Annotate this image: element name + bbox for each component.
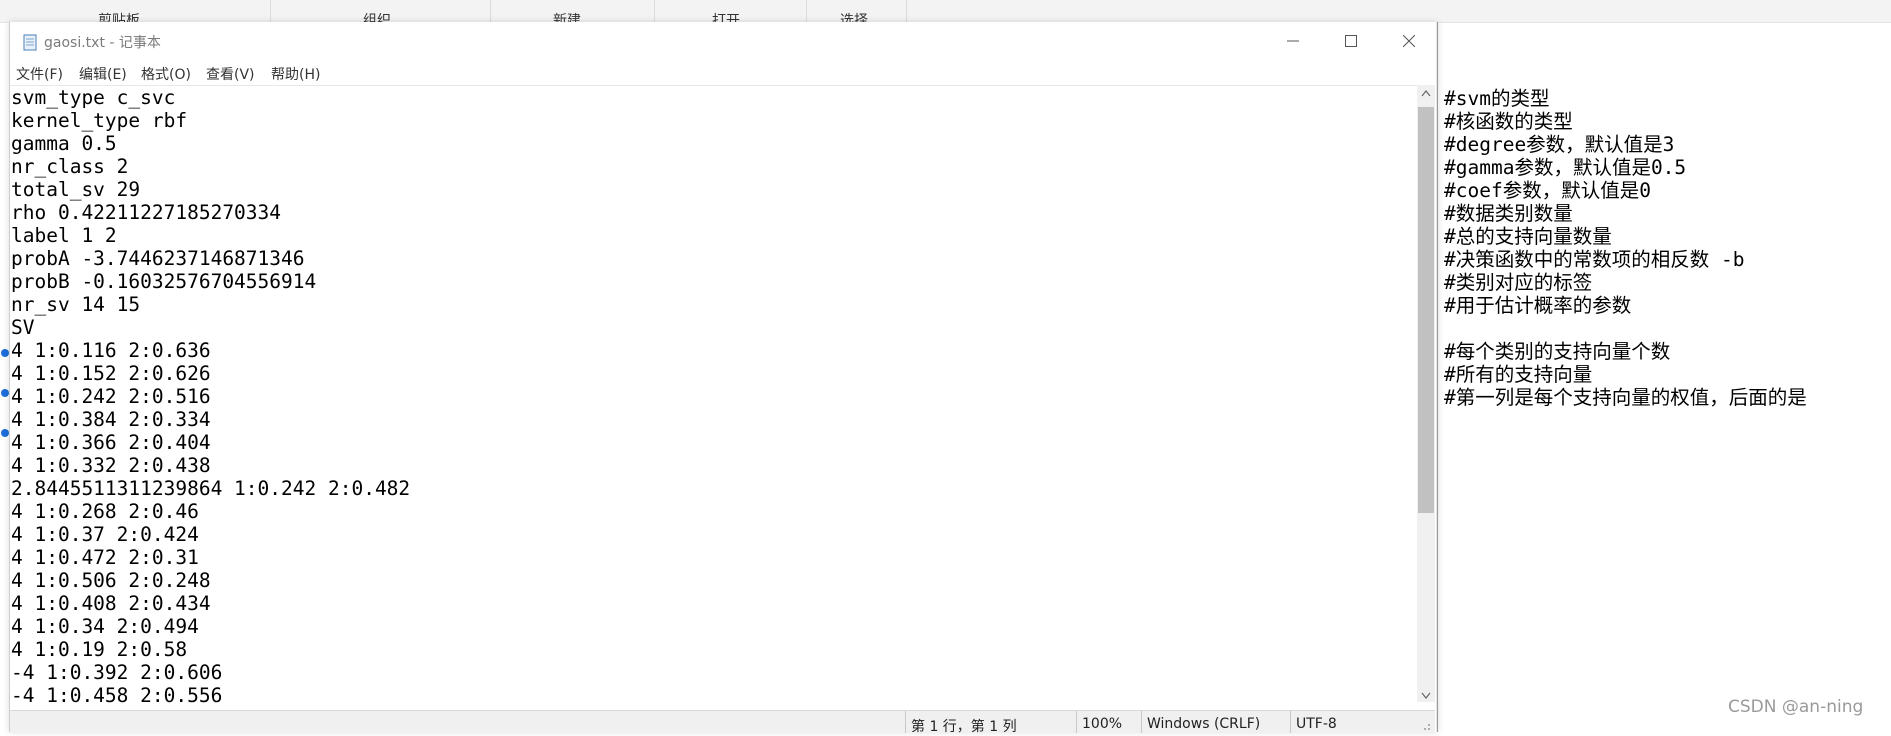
notepad-icon — [23, 34, 37, 51]
ribbon-clipboard: 剪贴板 — [98, 13, 140, 22]
vertical-scrollbar[interactable] — [1417, 85, 1435, 702]
comment-line: #所有的支持向量 — [1444, 363, 1593, 386]
editor-line[interactable]: nr_sv 14 15 — [10, 293, 1417, 316]
comment-line — [1444, 317, 1891, 340]
editor-line[interactable]: 4 1:0.116 2:0.636 — [10, 339, 1417, 362]
text-editor[interactable]: svm_type c_svc kernel_type rbf gamma 0.5 nr… — [10, 85, 1417, 703]
edge-handle[interactable] — [1, 389, 9, 397]
comment-line: #总的支持向量数量 — [1444, 225, 1612, 248]
menu-bar: 文件(F) 编辑(E) 格式(O) 查看(V) 帮助(H) — [10, 60, 1437, 84]
editor-line[interactable]: -4 1:0.458 2:0.556 — [10, 684, 1417, 703]
editor-line[interactable]: 4 1:0.408 2:0.434 — [10, 592, 1417, 615]
editor-line[interactable]: 2.8445511311239864 1:0.242 2:0.482 — [10, 477, 1417, 500]
maximize-button[interactable] — [1322, 22, 1380, 60]
editor-line[interactable]: 4 1:0.152 2:0.626 — [10, 362, 1417, 385]
scroll-thumb[interactable] — [1418, 107, 1434, 513]
notepad-window: gaosi.txt - 记事本 文件(F) 编辑(E) 格式(O) 查看(V) … — [9, 22, 1438, 735]
resize-grip-icon[interactable] — [1421, 721, 1431, 731]
editor-line[interactable]: 4 1:0.34 2:0.494 — [10, 615, 1417, 638]
cursor-position: 第 1 行，第 1 列 — [911, 719, 1017, 735]
title-bar[interactable]: gaosi.txt - 记事本 — [10, 22, 1437, 60]
background-ribbon: 剪贴板 组织 新建 打开 选择 — [0, 0, 1891, 23]
editor-line[interactable]: kernel_type rbf — [10, 109, 1417, 132]
editor-line[interactable]: 4 1:0.506 2:0.248 — [10, 569, 1417, 592]
close-icon — [1403, 35, 1415, 47]
scroll-down-icon[interactable] — [1421, 692, 1431, 700]
comment-line: #用于估计概率的参数 — [1444, 294, 1632, 317]
editor-line[interactable]: SV — [10, 316, 1417, 339]
editor-line[interactable]: nr_class 2 — [10, 155, 1417, 178]
editor-line[interactable]: -4 1:0.392 2:0.606 — [10, 661, 1417, 684]
editor-line[interactable]: 4 1:0.37 2:0.424 — [10, 523, 1417, 546]
divider — [1436, 22, 1437, 732]
maximize-icon — [1345, 35, 1357, 47]
edge-handle[interactable] — [1, 349, 9, 357]
minimize-button[interactable] — [1264, 22, 1322, 60]
editor-line[interactable]: probB -0.16032576704556914 — [10, 270, 1417, 293]
ribbon-organize: 组织 — [363, 13, 391, 22]
window-title: gaosi.txt - 记事本 — [44, 35, 161, 51]
comments-panel: #svm的类型 #核函数的类型 #degree参数，默认值是3 #gamma参数，默认… — [1444, 87, 1891, 409]
comment-line: #gamma参数，默认值是0.5 — [1444, 156, 1687, 179]
comment-line: #数据类别数量 — [1444, 202, 1573, 225]
editor-line[interactable]: 4 1:0.19 2:0.58 — [10, 638, 1417, 661]
ribbon-new: 新建 — [553, 13, 581, 22]
comment-line: #每个类别的支持向量个数 — [1444, 340, 1671, 363]
editor-line[interactable]: 4 1:0.332 2:0.438 — [10, 454, 1417, 477]
comment-line: #第一列是每个支持向量的权值，后面的是 — [1444, 386, 1807, 409]
zoom-level: 100% — [1082, 716, 1123, 732]
minimize-icon — [1287, 40, 1299, 42]
comment-line: #决策函数中的常数项的相反数 -b — [1444, 248, 1745, 271]
editor-line[interactable]: 4 1:0.366 2:0.404 — [10, 431, 1417, 454]
comment-line: #核函数的类型 — [1444, 110, 1573, 133]
editor-line[interactable]: label 1 2 — [10, 224, 1417, 247]
watermark: CSDN @an-ning — [1728, 697, 1864, 717]
menu-format[interactable]: 格式(O) — [141, 64, 191, 84]
ribbon-open: 打开 — [712, 13, 740, 22]
menu-edit[interactable]: 编辑(E) — [79, 64, 127, 84]
menu-file[interactable]: 文件(F) — [16, 64, 63, 84]
ribbon-select: 选择 — [840, 13, 868, 22]
editor-line[interactable]: 4 1:0.472 2:0.31 — [10, 546, 1417, 569]
edge-handle[interactable] — [1, 429, 9, 437]
comment-line: #类别对应的标签 — [1444, 271, 1593, 294]
menu-help[interactable]: 帮助(H) — [271, 64, 320, 84]
comment-line: #svm的类型 — [1444, 87, 1550, 110]
editor-line[interactable]: rho 0.42211227185270334 — [10, 201, 1417, 224]
scroll-up-icon[interactable] — [1421, 89, 1431, 97]
editor-line[interactable]: 4 1:0.268 2:0.46 — [10, 500, 1417, 523]
editor-line[interactable]: 4 1:0.384 2:0.334 — [10, 408, 1417, 431]
editor-line[interactable]: 4 1:0.242 2:0.516 — [10, 385, 1417, 408]
editor-line[interactable]: gamma 0.5 — [10, 132, 1417, 155]
encoding: UTF-8 — [1296, 716, 1337, 732]
editor-line[interactable]: svm_type c_svc — [10, 86, 1417, 109]
close-button[interactable] — [1380, 22, 1438, 60]
comment-line: #degree参数，默认值是3 — [1444, 133, 1675, 156]
editor-line[interactable]: total_sv 29 — [10, 178, 1417, 201]
status-bar: 第 1 行，第 1 列 100% Windows (CRLF) UTF-8 — [10, 710, 1435, 735]
line-ending: Windows (CRLF) — [1147, 716, 1261, 732]
comment-line: #coef参数，默认值是0 — [1444, 179, 1651, 202]
menu-view[interactable]: 查看(V) — [206, 64, 255, 84]
editor-line[interactable]: probA -3.7446237146871346 — [10, 247, 1417, 270]
